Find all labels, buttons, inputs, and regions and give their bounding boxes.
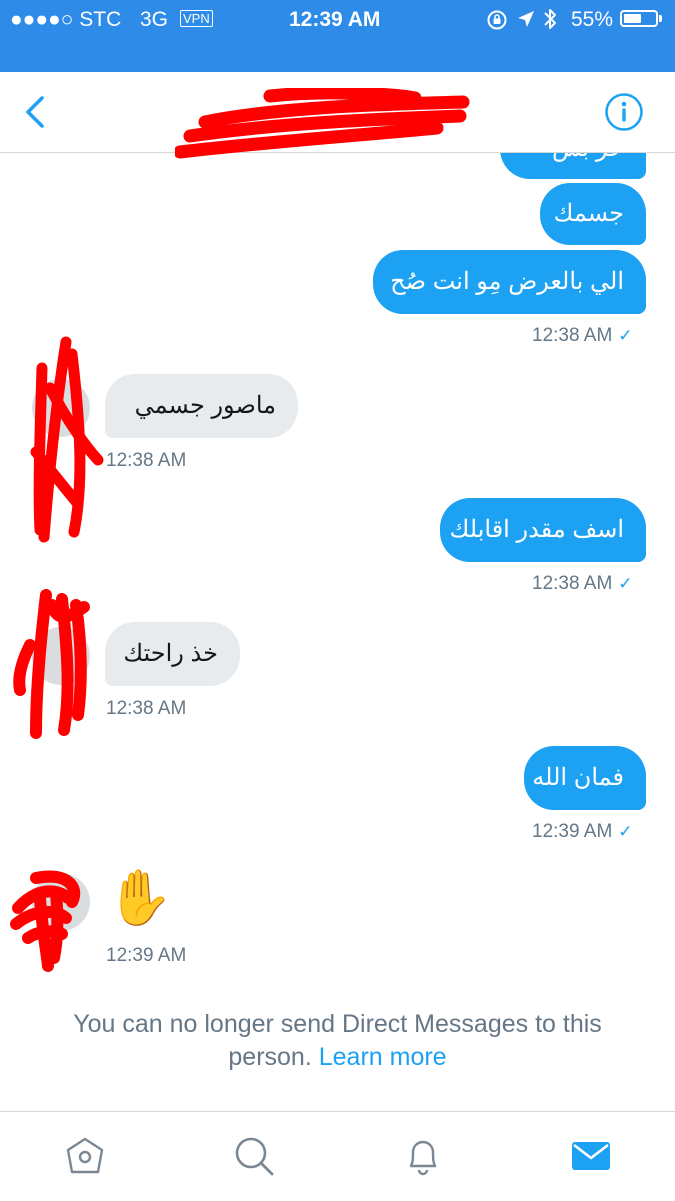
avatar[interactable] bbox=[32, 873, 90, 931]
message-timestamp: 12:38 AM ✓ bbox=[532, 573, 633, 594]
message-timestamp: 12:39 AM ✓ bbox=[532, 821, 633, 842]
message-timestamp: 12:38 AM ✓ bbox=[532, 325, 633, 346]
carrier-label: ●●●●○ STC bbox=[10, 8, 122, 31]
conversation-header bbox=[0, 72, 675, 159]
info-circle-icon bbox=[605, 93, 643, 131]
read-check-icon: ✓ bbox=[618, 822, 633, 841]
search-icon bbox=[235, 1137, 274, 1176]
redacted-avatar bbox=[30, 336, 104, 543]
bluetooth-icon bbox=[542, 7, 558, 37]
tab-messages[interactable] bbox=[569, 1134, 613, 1178]
message-bubble-outgoing[interactable]: اسف مقدر اقابلك bbox=[440, 498, 646, 562]
notifications-icon bbox=[409, 1140, 437, 1176]
tab-search[interactable] bbox=[232, 1134, 276, 1178]
location-arrow-icon bbox=[516, 9, 536, 35]
message-clip: ﺣﺮ ﺑﺲ bbox=[0, 153, 675, 183]
read-check-icon: ✓ bbox=[618, 326, 633, 345]
read-check-icon: ✓ bbox=[618, 574, 633, 593]
message-bubble-incoming[interactable]: ماصور جسمي bbox=[105, 374, 298, 438]
chevron-left-icon bbox=[26, 96, 44, 128]
info-button[interactable] bbox=[604, 92, 644, 132]
avatar[interactable] bbox=[32, 627, 90, 685]
avatar[interactable] bbox=[32, 379, 90, 437]
tab-notifications[interactable] bbox=[401, 1134, 445, 1178]
message-timestamp: 12:38 AM bbox=[106, 450, 187, 471]
message-timestamp: 12:38 AM bbox=[106, 698, 187, 719]
message-bubble-outgoing[interactable]: الي بالعرض مِو انت صُح bbox=[373, 250, 646, 314]
messages-icon bbox=[572, 1142, 610, 1170]
raised-hand-emoji[interactable]: ✋ bbox=[106, 868, 173, 928]
message-bubble-outgoing[interactable]: فمان الله bbox=[524, 746, 646, 810]
battery-icon bbox=[620, 10, 658, 27]
message-bubble-incoming[interactable]: خذ راحتك bbox=[105, 622, 240, 686]
network-type: 3G bbox=[140, 8, 169, 31]
status-bar: ●●●●○ STC 3G VPN 12:39 AM 55% bbox=[0, 0, 675, 72]
battery-percent: 55% bbox=[571, 8, 614, 31]
tab-bar bbox=[0, 1111, 675, 1201]
redacted-contact-name bbox=[175, 88, 470, 159]
message-bubble-outgoing[interactable]: جسمك bbox=[540, 183, 646, 245]
dm-disabled-notice: You can no longer send Direct Messages t… bbox=[30, 1008, 645, 1074]
home-icon bbox=[66, 1137, 104, 1174]
back-button[interactable] bbox=[18, 92, 58, 132]
learn-more-link[interactable]: Learn more bbox=[319, 1043, 447, 1071]
message-timestamp: 12:39 AM bbox=[106, 945, 187, 966]
battery-nub bbox=[659, 15, 662, 22]
tab-home[interactable] bbox=[63, 1134, 107, 1178]
clock: 12:39 AM bbox=[289, 8, 381, 31]
vpn-badge: VPN bbox=[180, 10, 213, 27]
rotation-lock-icon bbox=[486, 9, 508, 37]
message-bubble-outgoing[interactable]: ﺣﺮ ﺑﺲ bbox=[500, 153, 646, 179]
